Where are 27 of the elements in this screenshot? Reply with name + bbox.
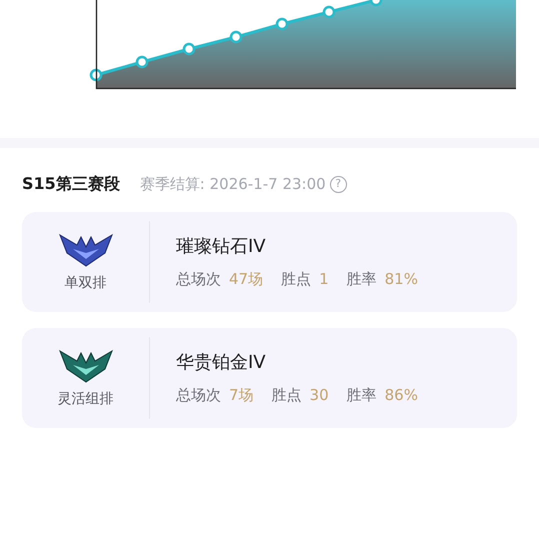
rank-card[interactable]: 单双排 璀璨钻石IV 总场次 47场 胜点 1 胜率 81%: [22, 212, 517, 312]
rank-name: 华贵铂金IV: [176, 351, 267, 376]
queue-name: 单双排: [64, 274, 106, 292]
stat-value: 7场: [229, 385, 254, 406]
stat-value: 47场: [229, 269, 264, 290]
chart-point: [322, 6, 336, 18]
chart-point: [276, 18, 288, 30]
stat-label: 胜率: [346, 385, 377, 406]
stat-label: 总场次: [176, 269, 221, 290]
chart-point: [230, 30, 242, 44]
rank-name: 璀璨钻石IV: [176, 235, 267, 260]
chart-point: [370, 0, 382, 6]
chart-point: [136, 56, 148, 68]
queue-name: 灵活组排: [58, 390, 114, 408]
stat-value: 30: [310, 385, 329, 406]
stat-value: 1: [319, 269, 329, 290]
stat-value: 81%: [384, 269, 418, 290]
stat-value: 86%: [384, 385, 418, 406]
season-title: S15第三赛段: [22, 173, 120, 195]
stat-label: 总场次: [176, 385, 221, 406]
chart-point: [182, 42, 196, 56]
chart-point: [90, 68, 102, 82]
stat-label: 胜点: [281, 269, 312, 290]
settlement-time: 赛季结算: 2026-1-7 23:00: [140, 174, 326, 195]
rank-card[interactable]: 灵活组排 华贵铂金IV 总场次 7场 胜点 30 胜率 86%: [22, 328, 517, 428]
stat-label: 胜点: [272, 385, 302, 406]
stat-label: 胜率: [346, 269, 377, 290]
